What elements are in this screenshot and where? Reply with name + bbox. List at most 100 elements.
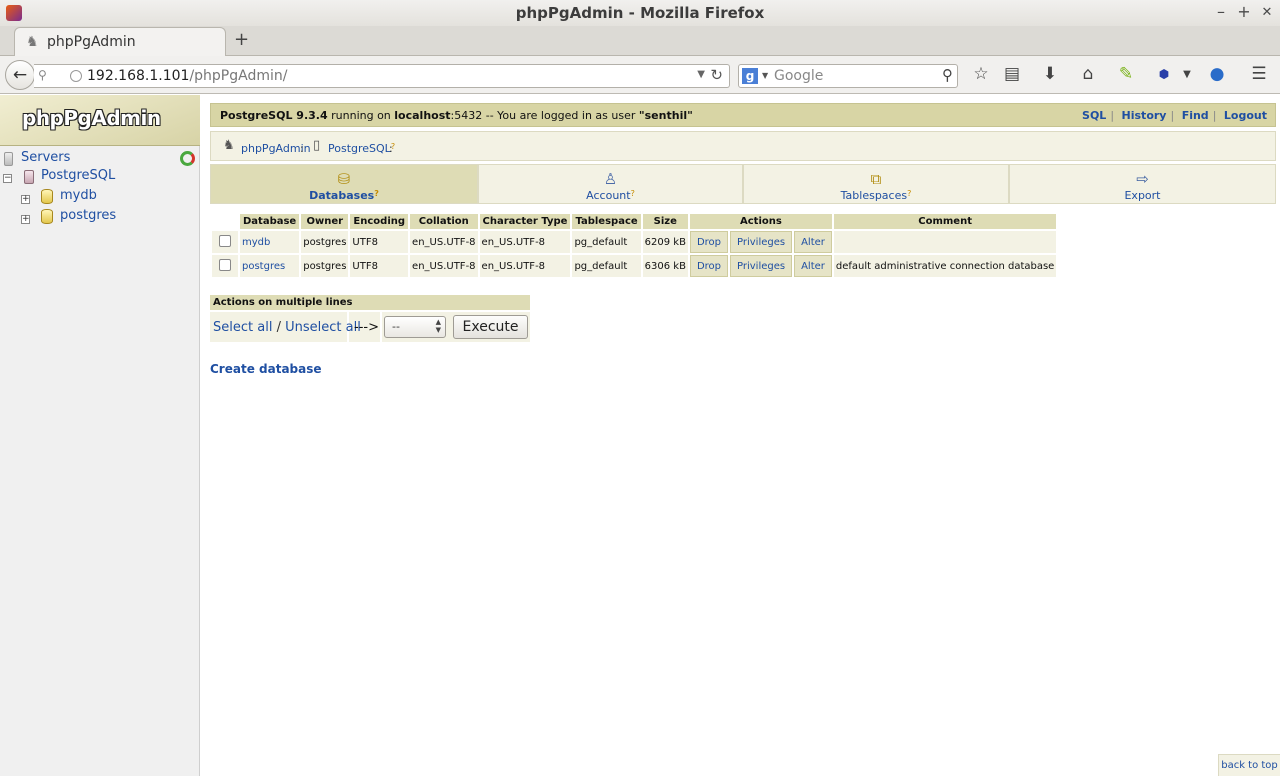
url-path: /phpPgAdmin/ xyxy=(189,68,288,84)
drop-button[interactable]: Drop xyxy=(689,255,728,277)
profile-icon[interactable]: ● xyxy=(1206,64,1228,84)
tab-databases-label: Databases xyxy=(309,189,375,202)
star-icon[interactable]: ☆ xyxy=(970,64,992,84)
cell-collation: en_US.UTF-8 xyxy=(410,231,478,253)
url-host: 192.168.1.101 xyxy=(87,68,190,84)
database-icon xyxy=(41,209,53,224)
tablespaces-icon: ⧉ xyxy=(870,170,882,188)
find-link[interactable]: Find xyxy=(1182,109,1209,122)
execute-button[interactable]: Execute xyxy=(453,315,528,339)
server-version: PostgreSQL 9.3.4 xyxy=(220,109,328,122)
url-text[interactable]: 192.168.1.101/phpPgAdmin/ xyxy=(87,68,287,84)
browser-tab-label: phpPgAdmin xyxy=(47,34,136,50)
reading-list-icon[interactable]: ▤ xyxy=(1001,64,1023,84)
tab-account-label: Account xyxy=(586,189,631,202)
drop-button[interactable]: Drop xyxy=(689,231,728,253)
browser-tab[interactable]: ♞ phpPgAdmin xyxy=(14,27,226,56)
cell-character-type: en_US.UTF-8 xyxy=(479,255,571,277)
cell-database[interactable]: mydb xyxy=(240,231,300,253)
multi-actions-heading: Actions on multiple lines xyxy=(210,295,530,310)
tab-tablespaces[interactable]: ⧉ Tablespaces? xyxy=(743,164,1009,204)
new-tab-button[interactable]: + xyxy=(234,29,249,50)
tab-export[interactable]: ⇨ Export xyxy=(1009,164,1276,204)
logout-link[interactable]: Logout xyxy=(1224,109,1267,122)
action-select-value: -- xyxy=(392,320,400,333)
tree-postgres-toggle[interactable]: + xyxy=(21,213,33,225)
cell-tablespace: pg_default xyxy=(572,255,641,277)
create-database-link[interactable]: Create database xyxy=(210,362,322,376)
home-icon[interactable]: ⌂ xyxy=(1077,64,1099,84)
servers-icon xyxy=(4,152,13,166)
history-link[interactable]: History xyxy=(1122,109,1167,122)
cell-tablespace: pg_default xyxy=(572,231,641,253)
logo-band: phpPgAdmin xyxy=(0,95,200,146)
download-icon[interactable]: ⬇ xyxy=(1039,64,1061,84)
back-to-top-link[interactable]: back to top xyxy=(1218,754,1280,776)
help-icon[interactable]: ? xyxy=(374,189,379,198)
abp-icon[interactable]: ⬢ xyxy=(1153,67,1175,81)
cell-size: 6306 kB xyxy=(642,255,688,277)
close-window-button[interactable]: ✕ xyxy=(1258,5,1276,20)
engine-dropdown-icon[interactable]: ▼ xyxy=(762,71,768,80)
tab-export-label: Export xyxy=(1124,189,1161,202)
header-collation: Collation xyxy=(410,214,478,229)
key-icon: ⚲ xyxy=(38,68,47,82)
privileges-button[interactable]: Privileges xyxy=(730,255,793,277)
minus-icon: − xyxy=(3,173,12,183)
row-checkbox[interactable] xyxy=(219,258,231,271)
tree-db-mydb[interactable]: mydb xyxy=(60,188,97,203)
row-checkbox[interactable] xyxy=(219,234,231,247)
tree-mydb-toggle[interactable]: + xyxy=(21,193,33,205)
select-links: Select all / Unselect all xyxy=(213,320,361,335)
select-all-link[interactable]: Select all xyxy=(213,320,272,335)
user-icon: ♙ xyxy=(603,170,618,188)
browser-tree-frame: phpPgAdmin Servers − PostgreSQL + mydb +… xyxy=(0,95,200,776)
menu-icon[interactable]: ☰ xyxy=(1248,64,1270,84)
tree-servers[interactable]: Servers xyxy=(21,150,70,165)
cell-character-type: en_US.UTF-8 xyxy=(479,231,571,253)
abp-dropdown-icon[interactable]: ▼ xyxy=(1176,69,1198,80)
chevron-down-icon[interactable]: ▼ xyxy=(697,69,705,80)
google-icon[interactable]: g xyxy=(742,68,758,84)
tab-databases[interactable]: ⛁ Databases? xyxy=(210,164,478,204)
cell-database[interactable]: postgres xyxy=(240,255,300,277)
alter-button[interactable]: Alter xyxy=(794,255,832,277)
help-icon[interactable]: ? xyxy=(907,189,911,198)
tree-server-toggle[interactable]: − xyxy=(3,172,15,184)
unselect-all-link[interactable]: Unselect all xyxy=(285,320,361,335)
cell-owner: postgres xyxy=(301,231,349,253)
refresh-icon[interactable] xyxy=(180,151,195,166)
cell-encoding: UTF8 xyxy=(350,255,409,277)
tree-server-postgresql[interactable]: PostgreSQL xyxy=(41,168,115,183)
minimize-button[interactable]: – xyxy=(1212,2,1230,21)
phppgadmin-logo[interactable]: phpPgAdmin xyxy=(22,106,161,130)
window-title: phpPgAdmin - Mozilla Firefox xyxy=(515,4,765,22)
action-select[interactable]: -- ▲ ▼ xyxy=(384,316,446,338)
help-icon[interactable]: ? xyxy=(631,189,635,198)
sql-link[interactable]: SQL xyxy=(1082,109,1106,122)
database-icon xyxy=(41,189,53,204)
back-button[interactable]: ← xyxy=(5,60,35,90)
search-icon[interactable]: ⚲ xyxy=(942,66,953,84)
select-column-header xyxy=(212,214,238,229)
search-bar[interactable]: g ▼ Google ⚲ xyxy=(738,64,958,88)
url-bar[interactable]: ⚲ 192.168.1.101/phpPgAdmin/ ▼ ↻ xyxy=(34,64,730,88)
alter-button[interactable]: Alter xyxy=(794,231,832,253)
header-owner: Owner xyxy=(301,214,349,229)
server-info-bar: PostgreSQL 9.3.4 running on localhost:54… xyxy=(210,103,1276,127)
feather-icon[interactable]: ✎ xyxy=(1115,64,1137,84)
breadcrumb-postgresql[interactable]: PostgreSQL? xyxy=(328,142,395,155)
header-comment: Comment xyxy=(833,214,1057,229)
server-tabs: ⛁ Databases? ♙ Account? ⧉ Tablespaces? ⇨… xyxy=(210,164,1276,204)
server-port: :5432 xyxy=(450,109,483,122)
running-on-text: running on xyxy=(331,109,391,122)
table-row: mydb postgres UTF8 en_US.UTF-8 en_US.UTF… xyxy=(212,231,1057,253)
multi-actions: Actions on multiple lines Select all / U… xyxy=(210,295,530,342)
search-placeholder: Google xyxy=(774,68,824,84)
reload-icon[interactable]: ↻ xyxy=(710,66,723,84)
maximize-button[interactable]: + xyxy=(1235,2,1253,21)
privileges-button[interactable]: Privileges xyxy=(730,231,793,253)
tab-account[interactable]: ♙ Account? xyxy=(478,164,743,204)
tree-db-postgres[interactable]: postgres xyxy=(60,208,116,223)
spinner-icon: ▲ ▼ xyxy=(435,318,441,334)
